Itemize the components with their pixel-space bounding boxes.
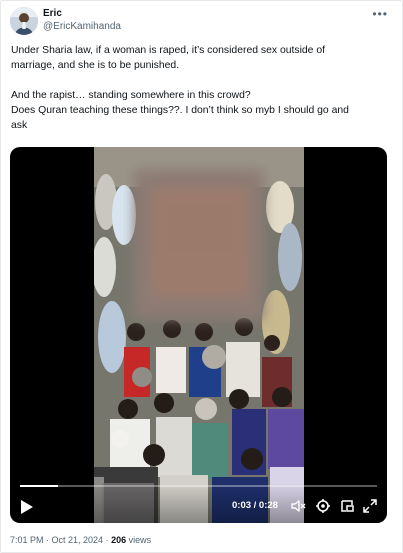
video-player[interactable]: 0:03 / 0:28	[10, 147, 387, 523]
picture-in-picture-icon[interactable]	[339, 498, 355, 514]
mute-icon[interactable]	[290, 498, 306, 514]
author-display-name[interactable]: Eric	[43, 8, 62, 19]
crowd-scene-image	[94, 147, 304, 523]
tweet-text-line: Does Quran teaching these things??. I do…	[11, 105, 349, 116]
tweet-meta: 7:01 PM · Oct 21, 2024 · 206 views	[10, 535, 151, 545]
progress-fill	[20, 485, 59, 487]
avatar-image	[10, 7, 38, 35]
tweet-text-line: ask	[11, 120, 28, 131]
settings-icon[interactable]	[315, 498, 331, 514]
play-icon[interactable]	[20, 499, 34, 515]
tweet-text-line: Under Sharia law, if a woman is raped, i…	[11, 45, 326, 56]
author-handle[interactable]: @EricKamihanda	[43, 21, 121, 32]
fullscreen-icon[interactable]	[362, 498, 378, 514]
tweet-text-blank-line	[11, 73, 395, 88]
avatar[interactable]	[10, 7, 38, 35]
tweet-text-line: And the rapist… standing somewhere in th…	[11, 90, 251, 101]
video-controls: 0:03 / 0:28	[10, 483, 387, 523]
progress-bar[interactable]	[20, 485, 377, 487]
tweet-text: Under Sharia law, if a woman is raped, i…	[11, 43, 395, 133]
tweet-timestamp[interactable]: 7:01 PM · Oct 21, 2024 ·	[10, 535, 111, 545]
view-count: 206	[111, 535, 127, 545]
video-frame	[94, 147, 304, 523]
tweet-card: Eric @EricKamihanda ••• Under Sharia law…	[0, 0, 403, 553]
tweet-text-line: marriage, and she is to be punished.	[11, 60, 180, 71]
video-time: 0:03 / 0:28	[232, 500, 278, 511]
more-horizontal-icon[interactable]: •••	[372, 7, 388, 21]
views-label: views	[126, 535, 152, 545]
